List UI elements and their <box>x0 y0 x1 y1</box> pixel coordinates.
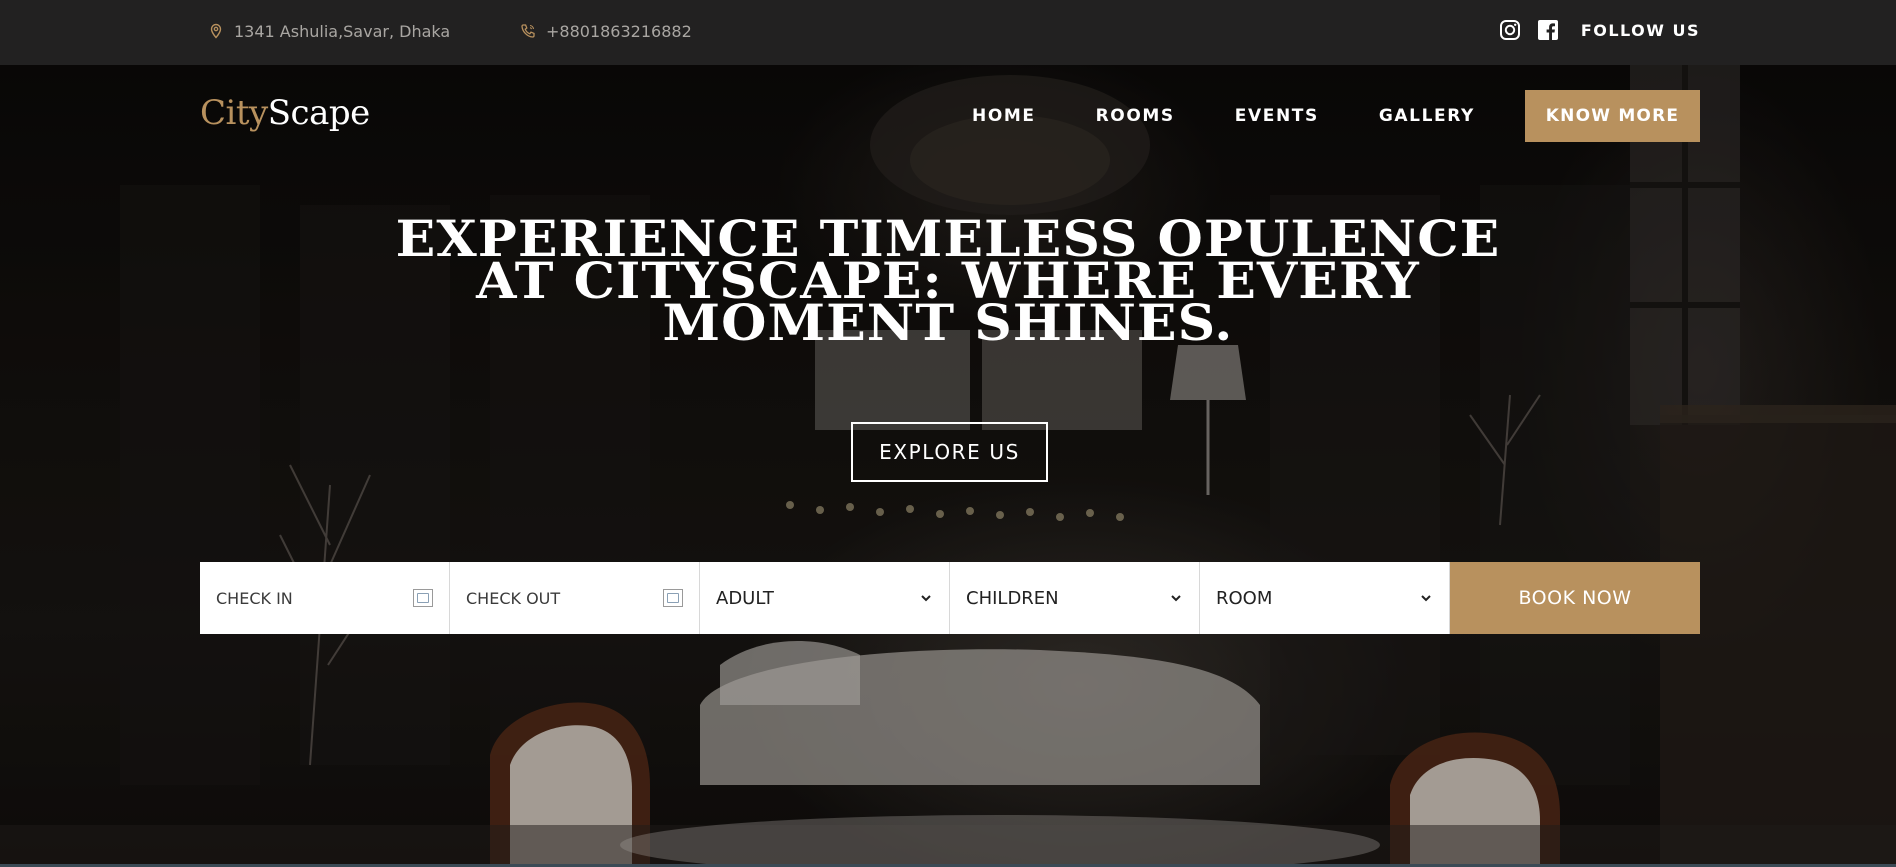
adult-select[interactable]: ADULT <box>700 562 950 634</box>
calendar-icon[interactable] <box>413 589 433 607</box>
room-select[interactable]: ROOM <box>1200 562 1450 634</box>
adult-select-value: ADULT <box>716 587 774 609</box>
address-text: 1341 Ashulia,Savar, Dhaka <box>234 21 451 41</box>
nav-item-gallery[interactable]: GALLERY <box>1379 106 1475 126</box>
children-select-value: CHILDREN <box>966 587 1059 609</box>
chevron-down-icon <box>1421 595 1431 602</box>
social-links: FOLLOW US <box>1499 19 1700 41</box>
know-more-button[interactable]: KNOW MORE <box>1525 90 1700 142</box>
logo-part-scape: Scape <box>267 93 371 133</box>
room-select-value: ROOM <box>1216 587 1273 609</box>
follow-us-label[interactable]: FOLLOW US <box>1581 21 1700 40</box>
address-info: 1341 Ashulia,Savar, Dhaka <box>208 20 450 42</box>
chevron-down-icon <box>921 595 931 602</box>
logo-part-city: City <box>200 93 268 133</box>
nav-item-events[interactable]: EVENTS <box>1235 106 1319 126</box>
headline-line-3: MOMENT SHINES. <box>662 293 1234 352</box>
check-in-field[interactable]: CHECK IN <box>200 562 450 634</box>
top-bar: 1341 Ashulia,Savar, Dhaka +8801863216882… <box>0 0 1896 65</box>
booking-bar: CHECK IN CHECK OUT ADULT CHILDREN ROOM B… <box>200 562 1700 634</box>
site-logo[interactable]: CityScape <box>200 93 370 133</box>
explore-us-button[interactable]: EXPLORE US <box>851 422 1048 482</box>
map-pin-icon <box>210 23 222 39</box>
check-in-placeholder: CHECK IN <box>216 588 293 608</box>
children-select[interactable]: CHILDREN <box>950 562 1200 634</box>
hero-headline: EXPERIENCE TIMELESS OPULENCE AT CITYSCAP… <box>376 214 1520 348</box>
facebook-icon[interactable] <box>1537 19 1559 41</box>
check-out-field[interactable]: CHECK OUT <box>450 562 700 634</box>
phone-info: +8801863216882 <box>520 20 692 42</box>
phone-text[interactable]: +8801863216882 <box>546 22 692 41</box>
nav-item-home[interactable]: HOME <box>972 106 1036 126</box>
phone-icon <box>521 24 535 38</box>
chevron-down-icon <box>1171 595 1181 602</box>
main-nav: HOME ROOMS EVENTS GALLERY <box>972 106 1475 126</box>
instagram-icon[interactable] <box>1499 19 1521 41</box>
book-now-button[interactable]: BOOK NOW <box>1450 562 1700 634</box>
check-out-placeholder: CHECK OUT <box>466 588 561 608</box>
nav-item-rooms[interactable]: ROOMS <box>1096 106 1175 126</box>
calendar-icon[interactable] <box>663 589 683 607</box>
